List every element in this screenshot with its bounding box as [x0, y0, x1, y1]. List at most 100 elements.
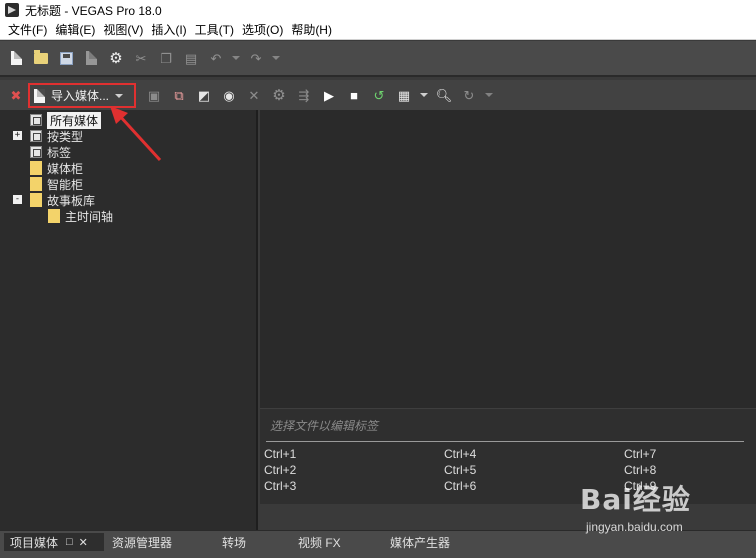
- media-stack-icon: [30, 146, 42, 158]
- stop-icon: ■: [350, 87, 358, 103]
- refresh-icon: ↻: [463, 87, 475, 103]
- tree-item-label: 智能柜: [47, 177, 84, 192]
- menu-options[interactable]: 选项(O): [238, 20, 287, 40]
- burn-disc-button[interactable]: ◩: [194, 85, 214, 105]
- tag-shortcut[interactable]: Ctrl+5: [444, 463, 476, 477]
- refresh-dropdown[interactable]: [484, 85, 494, 105]
- views-dropdown[interactable]: [419, 85, 429, 105]
- undo-dropdown[interactable]: [231, 48, 241, 68]
- tree-item-tags[interactable]: 标签: [30, 144, 71, 160]
- undo-button[interactable]: ↶: [206, 48, 226, 68]
- tab-transitions[interactable]: 转场: [216, 533, 286, 551]
- refresh-button[interactable]: ↻: [459, 85, 479, 105]
- title-bar: 无标题 - VEGAS Pro 18.0: [0, 0, 756, 20]
- tree-item-all-media[interactable]: 所有媒体: [30, 111, 102, 129]
- tab-label: 项目媒体: [10, 535, 59, 550]
- cut-icon: ✂: [135, 50, 147, 66]
- stop-button[interactable]: ■: [344, 85, 364, 105]
- menu-help[interactable]: 帮助(H): [287, 20, 336, 40]
- menu-file[interactable]: 文件(F): [4, 20, 51, 40]
- tree-item-main-timeline[interactable]: 主时间轴: [48, 208, 113, 224]
- auto-preview-icon: ↺: [373, 87, 385, 103]
- media-stack-icon: [30, 130, 42, 142]
- bin-folder-icon: [48, 209, 60, 223]
- tab-label: 资源管理器: [112, 535, 173, 550]
- redo-dropdown[interactable]: [271, 48, 281, 68]
- save-icon: [59, 51, 73, 65]
- tab-media-generators[interactable]: 媒体产生器: [384, 533, 494, 551]
- tag-shortcut[interactable]: Ctrl+3: [264, 479, 296, 493]
- paste-button[interactable]: ▤: [181, 48, 201, 68]
- tag-shortcut[interactable]: Ctrl+4: [444, 447, 476, 461]
- window-title: 无标题 - VEGAS Pro 18.0: [25, 3, 162, 18]
- delete-button[interactable]: ✕: [244, 85, 264, 105]
- properties-gear-icon: ⚙: [109, 49, 123, 67]
- copy-button[interactable]: ❐: [156, 48, 176, 68]
- burn-disc-icon: ◩: [197, 87, 211, 103]
- get-media-icon: ⧉: [174, 87, 184, 103]
- tree-item-label: 所有媒体: [47, 111, 102, 129]
- tree-item-label: 故事板库: [47, 193, 96, 208]
- remove-media-button[interactable]: ✖: [6, 85, 26, 105]
- save-button[interactable]: [56, 48, 76, 68]
- undo-icon: ↶: [210, 50, 222, 66]
- tag-shortcut[interactable]: Ctrl+2: [264, 463, 296, 477]
- cut-button[interactable]: ✂: [131, 48, 151, 68]
- chevron-down-icon: [272, 56, 280, 60]
- tree-item-storyboard-bin[interactable]: 故事板库: [30, 192, 95, 208]
- search-media-button[interactable]: ⇶: [294, 85, 314, 105]
- media-stack-icon: [30, 114, 42, 126]
- tree-item-label: 按类型: [47, 129, 84, 144]
- tree-item-media-bin[interactable]: 媒体柜: [30, 160, 83, 176]
- properties-button[interactable]: ⚙: [106, 48, 126, 68]
- paste-icon: ▤: [184, 50, 198, 66]
- remove-media-icon: ✖: [10, 87, 22, 103]
- media-fx-button[interactable]: ⚙: [269, 85, 289, 105]
- get-media-button[interactable]: ⧉: [169, 85, 189, 105]
- new-file-button[interactable]: [6, 48, 26, 68]
- tag-shortcut[interactable]: Ctrl+1: [264, 447, 296, 461]
- baidu-watermark: Bai经验 jingyan.baidu.com: [580, 478, 750, 542]
- tag-shortcut[interactable]: Ctrl+7: [624, 447, 656, 461]
- disc-button[interactable]: ◉: [219, 85, 239, 105]
- tab-video-fx[interactable]: 视频 FX: [292, 533, 382, 551]
- auto-preview-button[interactable]: ↺: [369, 85, 389, 105]
- close-icon[interactable]: ✕: [79, 536, 88, 549]
- expand-icon[interactable]: +: [13, 131, 22, 140]
- play-button[interactable]: ▶: [319, 85, 339, 105]
- tree-item-label: 媒体柜: [47, 161, 84, 176]
- render-button[interactable]: [81, 48, 101, 68]
- menu-insert[interactable]: 插入(I): [147, 20, 190, 40]
- open-button[interactable]: [31, 48, 51, 68]
- tab-explorer[interactable]: 资源管理器: [106, 533, 216, 551]
- capture-video-icon: ▣: [147, 87, 161, 103]
- copy-icon: ❐: [160, 50, 172, 66]
- disc-icon: ◉: [223, 87, 235, 103]
- search-media-icon: ⇶: [298, 87, 310, 103]
- watermark-brand: Bai经验: [580, 483, 691, 516]
- import-media-label: 导入媒体...: [51, 89, 110, 103]
- menu-view[interactable]: 视图(V): [99, 20, 147, 40]
- tag-shortcut[interactable]: Ctrl+6: [444, 479, 476, 493]
- import-media-button[interactable]: 导入媒体...: [28, 83, 136, 108]
- vegas-app-icon: [5, 3, 19, 17]
- collapse-icon[interactable]: -: [13, 195, 22, 204]
- views-button[interactable]: ▦: [394, 85, 414, 105]
- media-preview-area[interactable]: [260, 110, 756, 408]
- menu-edit[interactable]: 编辑(E): [51, 20, 99, 40]
- redo-button[interactable]: ↷: [246, 48, 266, 68]
- new-file-icon: [10, 51, 22, 65]
- menu-bar: 文件(F) 编辑(E) 视图(V) 插入(I) 工具(T) 选项(O) 帮助(H…: [0, 20, 756, 40]
- chevron-down-icon: [420, 93, 428, 97]
- tab-project-media[interactable]: 项目媒体 □ ✕: [4, 533, 104, 551]
- menu-tools[interactable]: 工具(T): [191, 20, 238, 40]
- chevron-down-icon: [232, 56, 240, 60]
- tag-shortcut[interactable]: Ctrl+8: [624, 463, 656, 477]
- tree-item-smart-bin[interactable]: 智能柜: [30, 176, 83, 192]
- zoom-button[interactable]: 🔍︎: [434, 85, 454, 105]
- capture-video-button[interactable]: ▣: [144, 85, 164, 105]
- tree-item-by-type[interactable]: 按类型: [30, 128, 83, 144]
- main-toolbar: ⚙ ✂ ❐ ▤ ↶ ↷: [0, 41, 756, 77]
- bin-folder-icon: [30, 177, 42, 191]
- restore-icon[interactable]: □: [66, 536, 73, 548]
